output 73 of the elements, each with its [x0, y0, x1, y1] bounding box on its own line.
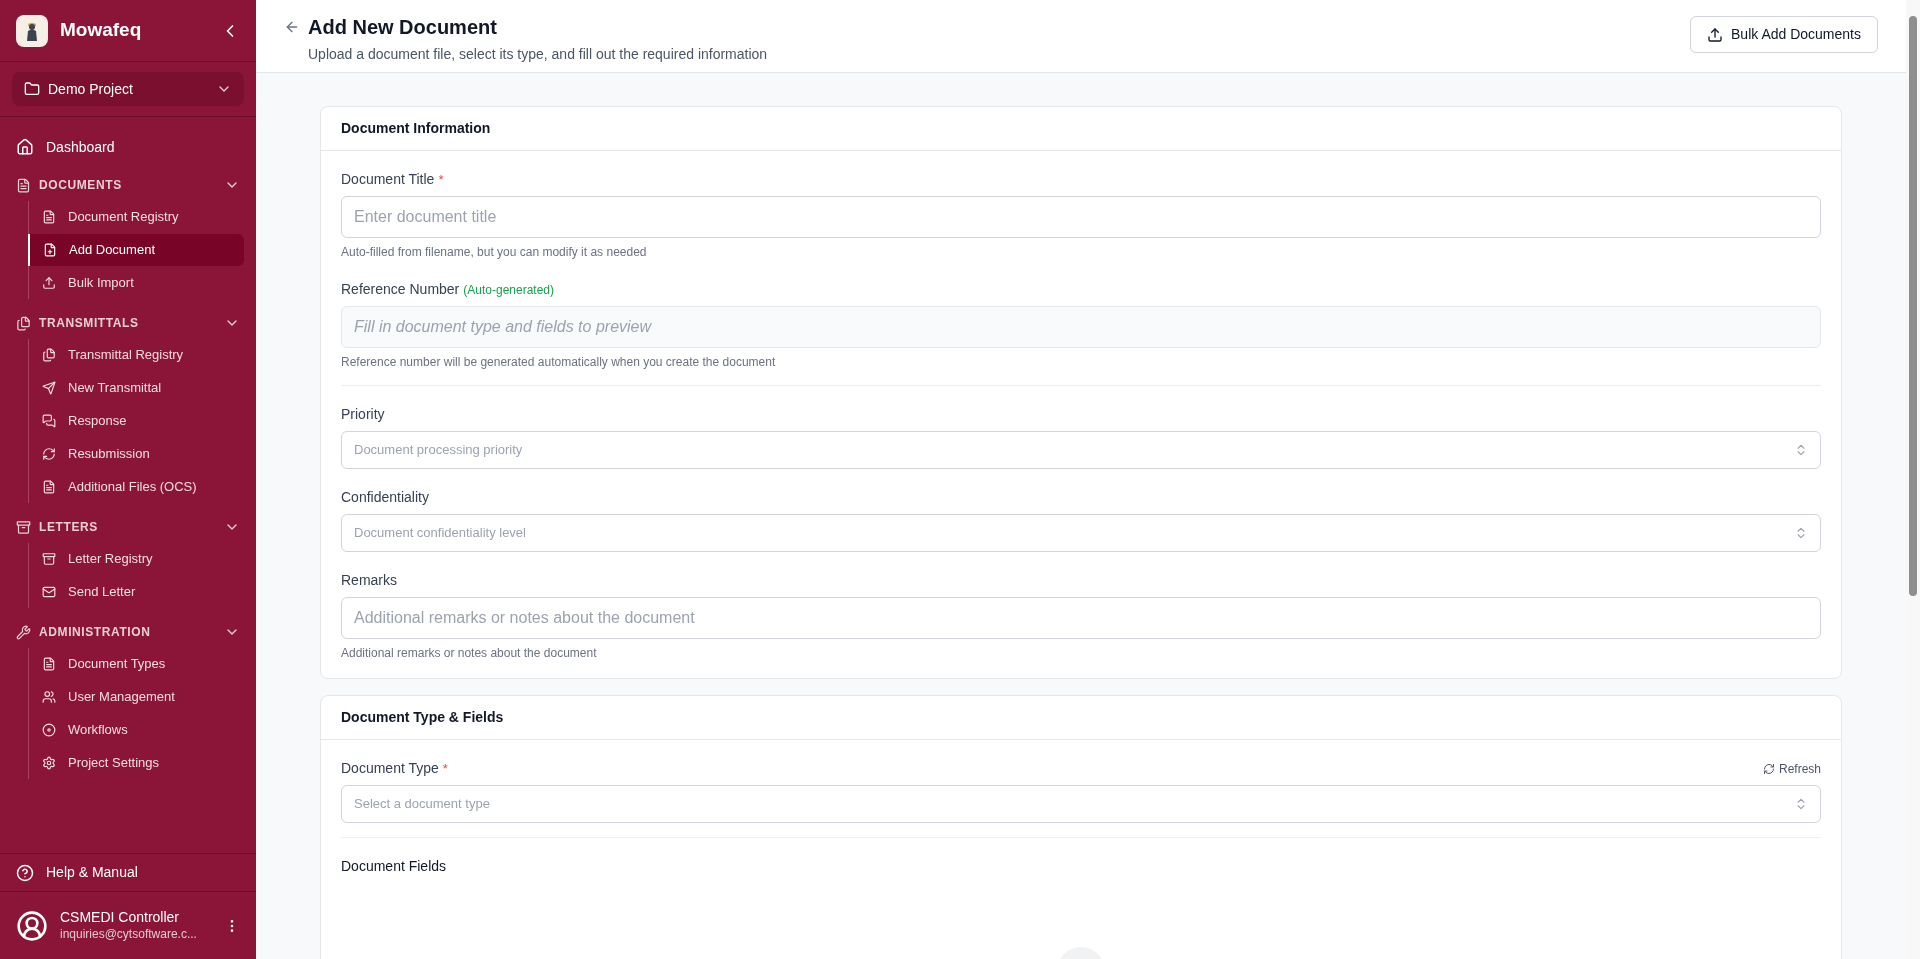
card-title: Document Type & Fields — [321, 696, 1841, 740]
nav-item[interactable]: Response — [29, 405, 244, 437]
bulk-add-button[interactable]: Bulk Add Documents — [1690, 16, 1878, 53]
input-field[interactable]: Additional remarks or notes about the document — [341, 597, 1821, 639]
required-mark: * — [438, 170, 444, 189]
nav-item[interactable]: Additional Files (OCS) — [29, 471, 244, 503]
upload-icon — [42, 276, 56, 290]
document-icon — [42, 480, 56, 494]
nav-item[interactable]: Document Types — [29, 648, 244, 680]
home-icon — [16, 138, 34, 156]
nav-item[interactable]: Add Document — [28, 234, 244, 266]
field-label: Document Title — [341, 170, 435, 189]
nav-item[interactable]: Transmittal Registry — [29, 339, 244, 371]
document-icon — [42, 210, 56, 224]
wrench-icon — [16, 624, 31, 640]
nav-item[interactable]: Document Registry — [29, 201, 244, 233]
nav-section[interactable]: DOCUMENTS — [12, 171, 244, 199]
nav-section[interactable]: ADMINISTRATION — [12, 618, 244, 646]
field-label: Document Type — [341, 759, 439, 778]
input-field[interactable]: Enter document title — [341, 196, 1821, 238]
avatar-icon — [16, 909, 48, 942]
upload-icon — [1707, 26, 1724, 43]
page-title: Add New Document — [308, 15, 498, 40]
auto-generated-note: (Auto-generated) — [463, 281, 554, 299]
circle-icon — [42, 723, 56, 737]
field-hint: Auto-filled from filename, but you can modify it as needed — [341, 244, 648, 261]
field-hint: Additional remarks or notes about the document — [341, 645, 598, 662]
nav-item[interactable]: Dashboard — [12, 133, 244, 161]
field-label: Reference Number — [341, 280, 460, 299]
archive-icon — [16, 519, 31, 535]
field-label: Remarks — [341, 571, 397, 590]
nav-item[interactable]: Send Letter — [29, 576, 244, 608]
document-icon — [42, 657, 56, 671]
nav-item[interactable]: Letter Registry — [29, 543, 244, 575]
chat-icon — [42, 414, 56, 428]
file-plus-icon — [43, 243, 57, 257]
field-label: Priority — [341, 405, 385, 424]
app-logo — [16, 14, 48, 47]
user-name: CSMEDI Controller — [60, 909, 181, 927]
nav-item[interactable]: Workflows — [29, 714, 244, 746]
refresh-icon — [42, 447, 56, 461]
reference-number-field[interactable]: Fill in document type and fields to preview — [341, 306, 1821, 348]
users-icon — [42, 690, 56, 704]
archive-icon — [42, 552, 56, 566]
folder-icon — [24, 81, 40, 97]
copy-icon — [16, 315, 31, 331]
nav-section[interactable]: LETTERS — [12, 513, 244, 541]
document-icon — [16, 177, 31, 193]
field-label: Confidentiality — [341, 488, 429, 507]
app-name: Mowafeq — [60, 18, 142, 43]
page-subtitle: Upload a document file, select its type, and fill out the required information — [308, 45, 768, 64]
card-title: Document Information — [321, 107, 1841, 151]
user-email: inquiries@cytsoftware.c... — [60, 926, 197, 942]
nav-section[interactable]: TRANSMITTALS — [12, 309, 244, 337]
required-mark: * — [442, 759, 448, 778]
project-selector[interactable]: Demo Project — [12, 72, 244, 106]
nav-item[interactable]: Bulk Import — [29, 267, 244, 299]
refresh-icon — [1762, 762, 1775, 775]
scrollbar[interactable] — [1906, 0, 1920, 959]
nav-item[interactable]: Project Settings — [29, 747, 244, 779]
field-hint: Reference number will be generated automatically when you create the document — [341, 354, 777, 371]
copy-icon — [42, 348, 56, 362]
send-icon — [42, 381, 56, 395]
back-icon[interactable] — [284, 19, 300, 35]
nav-item[interactable]: User Management — [29, 681, 244, 713]
settings-icon — [42, 756, 56, 770]
section-heading: Document Fields — [341, 857, 448, 876]
nav-item[interactable]: Resubmission — [29, 438, 244, 470]
help-link[interactable]: Help & Manual — [46, 862, 138, 883]
refresh-button[interactable]: Refresh — [1762, 759, 1821, 778]
mail-icon — [42, 585, 56, 599]
nav-item[interactable]: New Transmittal — [29, 372, 244, 404]
help-icon — [16, 863, 34, 882]
